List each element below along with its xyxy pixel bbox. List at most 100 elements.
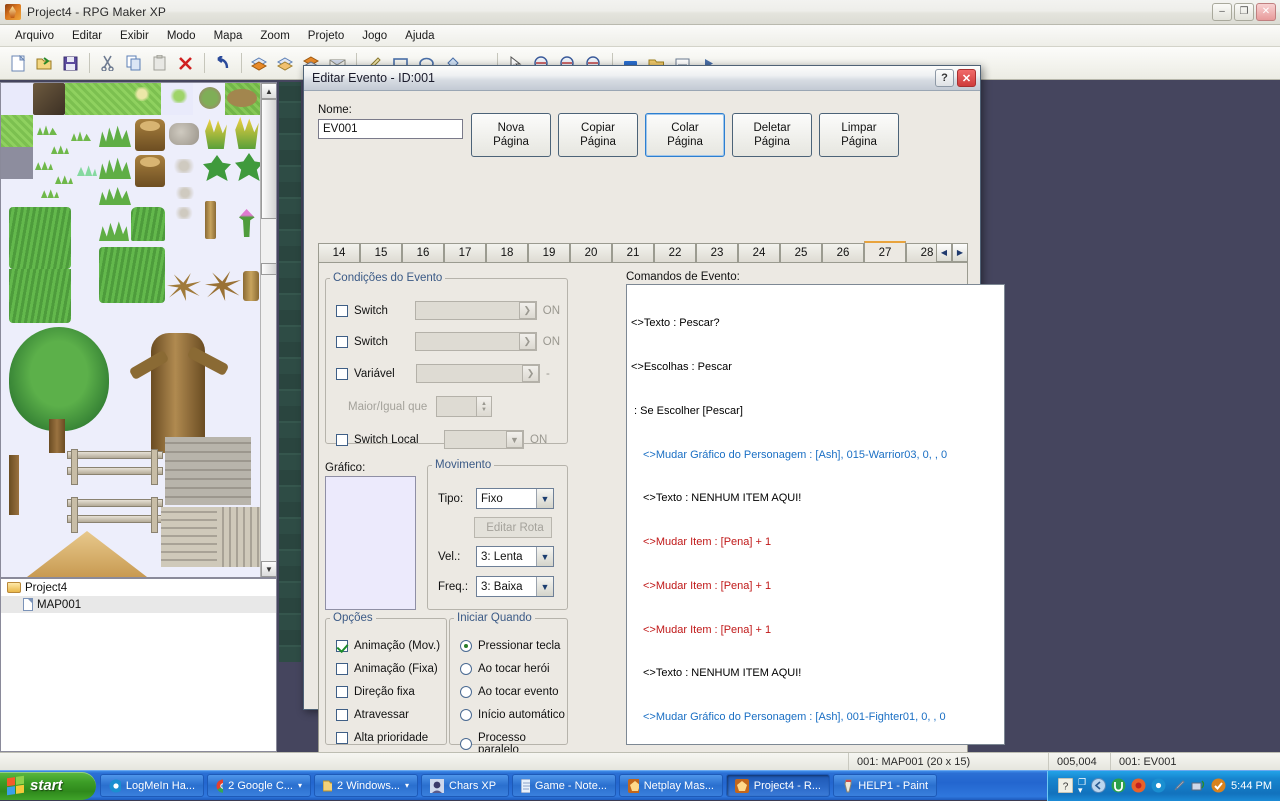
- condition-variable-checkbox[interactable]: [336, 368, 348, 380]
- movement-speed-select[interactable]: 3: Lenta ▼: [476, 546, 554, 567]
- movement-type-select[interactable]: Fixo ▼: [476, 488, 554, 509]
- delete-icon[interactable]: [173, 51, 198, 76]
- tab-27[interactable]: 27: [864, 241, 906, 262]
- trigger-player-touch-radio[interactable]: [460, 663, 472, 675]
- save-icon[interactable]: [58, 51, 83, 76]
- taskbar-item-windows-explorer[interactable]: 2 Windows... ▾: [314, 774, 418, 797]
- copy-icon[interactable]: [121, 51, 146, 76]
- scrollbar-thumb[interactable]: [261, 99, 277, 219]
- browse-icon[interactable]: ❯: [519, 333, 536, 350]
- clear-page-button[interactable]: Limpar Página: [819, 113, 899, 157]
- paste-icon[interactable]: [147, 51, 172, 76]
- rocket-icon[interactable]: [1171, 778, 1186, 793]
- tab-next-icon[interactable]: ▶: [952, 243, 968, 262]
- tab-18[interactable]: 18: [486, 243, 528, 262]
- copy-page-button[interactable]: Copiar Página: [558, 113, 638, 157]
- option-always-on-top-checkbox[interactable]: [336, 732, 348, 744]
- network-icon[interactable]: [1191, 778, 1206, 793]
- taskbar-item-paint[interactable]: HELP1 - Paint: [833, 774, 937, 797]
- page-tabs[interactable]: 14 15 16 17 18 19 20 21 22 23 24 25 26 2…: [318, 243, 968, 262]
- local-switch-checkbox[interactable]: [336, 434, 348, 446]
- option-through-checkbox[interactable]: [336, 709, 348, 721]
- edit-route-button[interactable]: Editar Rota: [474, 517, 552, 538]
- tab-15[interactable]: 15: [360, 243, 402, 262]
- chevron-down-icon[interactable]: ▼: [536, 547, 553, 566]
- layer1-icon[interactable]: [247, 51, 272, 76]
- chevron-down-icon[interactable]: ▾: [405, 781, 409, 790]
- scroll-down-icon[interactable]: ▼: [261, 561, 277, 577]
- tileset-scrollbar[interactable]: ▲ ▼: [260, 83, 276, 577]
- open-folder-icon[interactable]: [32, 51, 57, 76]
- menu-modo[interactable]: Modo: [158, 28, 205, 44]
- logmein-icon[interactable]: [1151, 778, 1166, 793]
- layer2-icon[interactable]: [273, 51, 298, 76]
- command-line[interactable]: <>Mudar Item : [Pena] + 1: [629, 535, 1004, 550]
- command-line[interactable]: <>Mudar Item : [Pena] + 1: [629, 623, 1004, 638]
- tileset-panel[interactable]: ▲ ▼: [0, 82, 277, 578]
- command-line[interactable]: <>Mudar Gráfico do Personagem : [Ash], 0…: [629, 448, 1004, 463]
- trigger-event-touch-radio[interactable]: [460, 686, 472, 698]
- taskbar-item-logmein[interactable]: LogMeIn Ha...: [100, 774, 204, 797]
- new-page-button[interactable]: Nova Página: [471, 113, 551, 157]
- taskbar-item-chars-xp[interactable]: Chars XP: [421, 774, 509, 797]
- browse-icon[interactable]: ❯: [522, 365, 539, 382]
- scrollbar-grip[interactable]: [261, 263, 277, 275]
- avast-icon[interactable]: [1131, 778, 1146, 793]
- help-button[interactable]: ?: [935, 69, 954, 87]
- trigger-autorun-radio[interactable]: [460, 709, 472, 721]
- event-name-input[interactable]: [318, 119, 463, 139]
- scroll-up-icon[interactable]: ▲: [261, 83, 277, 99]
- option-anim-move-checkbox[interactable]: [336, 640, 348, 652]
- chevron-down-icon[interactable]: ▾: [298, 781, 302, 790]
- option-fixed-direction-checkbox[interactable]: [336, 686, 348, 698]
- command-line[interactable]: <>Mudar Item : [Pena] + 1: [629, 579, 1004, 594]
- condition-switch1-checkbox[interactable]: [336, 305, 348, 317]
- tab-14[interactable]: 14: [318, 243, 360, 262]
- delete-page-button[interactable]: Deletar Página: [732, 113, 812, 157]
- close-button[interactable]: ✕: [1256, 3, 1276, 21]
- tab-22[interactable]: 22: [654, 243, 696, 262]
- command-line[interactable]: <>Escolhas : Pescar: [629, 360, 1004, 375]
- chevron-down-icon[interactable]: ▼: [536, 489, 553, 508]
- help-icon[interactable]: ?: [1058, 778, 1073, 793]
- tab-16[interactable]: 16: [402, 243, 444, 262]
- tab-26[interactable]: 26: [822, 243, 864, 262]
- menu-editar[interactable]: Editar: [63, 28, 111, 44]
- menu-ajuda[interactable]: Ajuda: [396, 28, 443, 44]
- menu-projeto[interactable]: Projeto: [299, 28, 353, 44]
- taskbar-item-project4[interactable]: Project4 - R...: [726, 774, 830, 797]
- minimize-button[interactable]: –: [1212, 3, 1232, 21]
- cut-icon[interactable]: [95, 51, 120, 76]
- tab-25[interactable]: 25: [780, 243, 822, 262]
- menu-mapa[interactable]: Mapa: [205, 28, 252, 44]
- taskbar-item-netplay[interactable]: Netplay Mas...: [619, 774, 723, 797]
- option-anim-fixed-checkbox[interactable]: [336, 663, 348, 675]
- tab-21[interactable]: 21: [612, 243, 654, 262]
- tab-17[interactable]: 17: [444, 243, 486, 262]
- event-editor-dialog[interactable]: Editar Evento - ID:001 ? ✕ Nome: Nova Pá…: [303, 65, 981, 710]
- condition-variable-field[interactable]: ❯: [416, 364, 540, 383]
- command-line[interactable]: <>Texto : NENHUM ITEM AQUI!: [629, 491, 1004, 506]
- expand-icon[interactable]: ❐▾: [1078, 778, 1086, 794]
- tree-item-map[interactable]: MAP001: [1, 596, 276, 613]
- chevron-down-icon[interactable]: ▼: [506, 431, 523, 448]
- menu-arquivo[interactable]: Arquivo: [6, 28, 63, 44]
- movement-freq-select[interactable]: 3: Baixa ▼: [476, 576, 554, 597]
- local-switch-field[interactable]: ▼: [444, 430, 524, 449]
- greater-equal-spinner[interactable]: ▲▼: [436, 396, 492, 417]
- dialog-close-button[interactable]: ✕: [957, 69, 976, 87]
- chevron-down-icon[interactable]: ▼: [536, 577, 553, 596]
- tab-spinner[interactable]: ◀ ▶: [936, 243, 968, 262]
- trigger-action-button-radio[interactable]: [460, 640, 472, 652]
- menu-zoom[interactable]: Zoom: [251, 28, 298, 44]
- shield-icon[interactable]: [1211, 778, 1226, 793]
- tree-item-project[interactable]: Project4: [1, 579, 276, 596]
- utorrent-icon[interactable]: [1111, 778, 1126, 793]
- command-line[interactable]: <>Mudar Gráfico do Personagem : [Ash], 0…: [629, 710, 1004, 725]
- event-commands-list[interactable]: <>Texto : Pescar? <>Escolhas : Pescar : …: [626, 284, 1005, 745]
- graphic-preview[interactable]: [325, 476, 416, 610]
- tab-prev-icon[interactable]: ◀: [936, 243, 952, 262]
- paste-page-button[interactable]: Colar Página: [645, 113, 725, 157]
- tab-20[interactable]: 20: [570, 243, 612, 262]
- menu-exibir[interactable]: Exibir: [111, 28, 158, 44]
